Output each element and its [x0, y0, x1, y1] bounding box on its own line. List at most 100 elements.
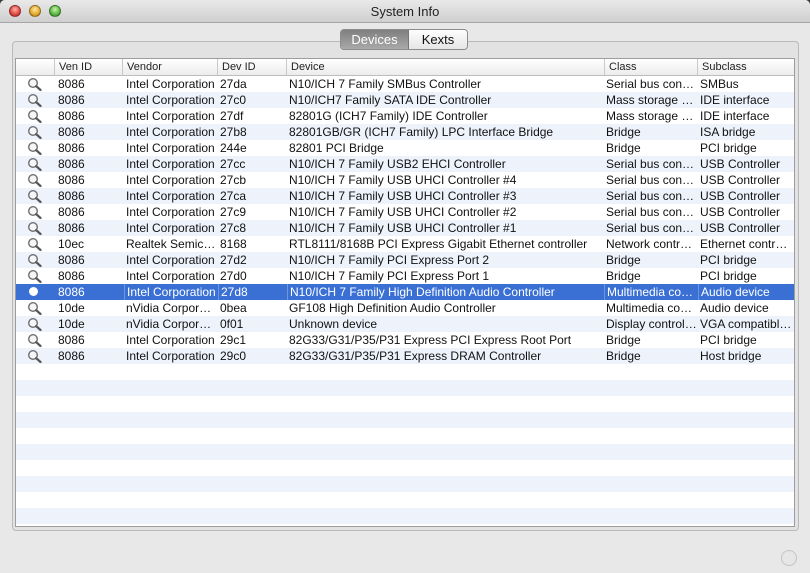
table-row[interactable]: 8086 Intel Corporation 27d0 N10/ICH 7 Famil… — [16, 268, 794, 284]
cell-subclass: USB Controller — [700, 205, 781, 219]
cell-subclass: USB Controller — [700, 173, 781, 187]
cell-class: Serial bus controller — [606, 157, 697, 171]
table-row[interactable]: 8086 Intel Corporation 27d2 N10/ICH 7 Famil… — [16, 252, 794, 268]
table-row[interactable]: 8086 Intel Corporation 27d8 N10/ICH 7 Famil… — [16, 284, 794, 300]
cell-device: N10/ICH 7 Family USB UHCI Controller #1 — [289, 221, 517, 235]
cell-class: Mass storage controller — [606, 109, 697, 123]
tab-control: Devices Kexts — [340, 29, 468, 50]
column-header-dev-id[interactable]: Dev ID — [217, 59, 286, 75]
magnifier-icon[interactable] — [27, 141, 43, 156]
magnifier-icon[interactable] — [27, 301, 43, 316]
cell-vendor: Intel Corporation — [126, 269, 215, 283]
magnifier-icon[interactable] — [27, 77, 43, 92]
cell-class: Bridge — [606, 141, 641, 155]
cell-device: N10/ICH 7 Family USB UHCI Controller #4 — [289, 173, 517, 187]
magnifier-icon[interactable] — [27, 317, 43, 332]
vertical-scrollbar[interactable] — [794, 58, 808, 525]
table-row[interactable]: 10de nVidia Corporation 0f01 Unknown device… — [16, 316, 794, 332]
cell-subclass: PCI bridge — [700, 269, 757, 283]
cell-ven-id: 8086 — [58, 333, 85, 347]
table-row[interactable]: 8086 Intel Corporation 244e 82801 PCI Bridg… — [16, 140, 794, 156]
cell-dev-id: 27d2 — [220, 253, 247, 267]
cell-device: N10/ICH 7 Family PCI Express Port 2 — [289, 253, 490, 267]
magnifier-icon[interactable] — [27, 189, 43, 204]
table-row[interactable]: 8086 Intel Corporation 29c0 82G33/G31/P35/P… — [16, 348, 794, 364]
table-row[interactable]: 8086 Intel Corporation 27c8 N10/ICH 7 Famil… — [16, 220, 794, 236]
magnifier-icon[interactable] — [27, 237, 43, 252]
magnifier-icon[interactable] — [27, 173, 43, 188]
table-row[interactable]: 8086 Intel Corporation 27ca N10/ICH 7 Famil… — [16, 188, 794, 204]
column-header-icon[interactable] — [16, 59, 54, 75]
table-row[interactable]: 8086 Intel Corporation 27df 82801G (ICH7 Fa… — [16, 108, 794, 124]
cell-ven-id: 8086 — [58, 109, 85, 123]
empty-row — [16, 460, 794, 476]
cell-class: Bridge — [606, 349, 641, 363]
magnifier-icon[interactable] — [27, 221, 43, 236]
cell-class: Serial bus controller — [606, 173, 697, 187]
cell-dev-id: 27b8 — [220, 125, 247, 139]
cell-vendor: Intel Corporation — [126, 189, 215, 203]
cell-ven-id: 10de — [58, 317, 85, 331]
cell-subclass: Audio device — [700, 301, 769, 315]
magnifier-icon[interactable] — [27, 333, 43, 348]
cell-ven-id: 8086 — [58, 285, 85, 299]
cell-vendor: Intel Corporation — [126, 253, 215, 267]
magnifier-icon[interactable] — [27, 109, 43, 124]
magnifier-icon[interactable] — [27, 157, 43, 172]
table-row[interactable]: 8086 Intel Corporation 27da N10/ICH 7 Famil… — [16, 76, 794, 92]
column-header-vendor[interactable]: Vendor — [122, 59, 217, 75]
title-bar[interactable]: System Info — [0, 0, 810, 23]
cell-ven-id: 8086 — [58, 77, 85, 91]
cell-device: N10/ICH 7 Family High Definition Audio C… — [287, 284, 604, 300]
cell-class: Serial bus controller — [606, 205, 697, 219]
magnifier-icon[interactable] — [27, 253, 43, 268]
cell-vendor: Intel Corporation — [126, 93, 215, 107]
cell-vendor: Intel Corporation — [126, 141, 215, 155]
circle-icon[interactable] — [29, 287, 38, 296]
cell-subclass: IDE interface — [700, 109, 770, 123]
cell-class: Bridge — [606, 253, 641, 267]
magnifier-icon[interactable] — [27, 205, 43, 220]
column-header-device[interactable]: Device — [286, 59, 604, 75]
cell-class: Multimedia controller — [604, 284, 697, 300]
cell-class: Multimedia controller — [606, 301, 697, 315]
cell-dev-id: 0bea — [220, 301, 247, 315]
cell-class: Serial bus controller — [606, 189, 697, 203]
magnifier-icon[interactable] — [27, 93, 43, 108]
empty-row — [16, 476, 794, 492]
cell-device: N10/ICH7 Family SATA IDE Controller — [289, 93, 492, 107]
cell-vendor: Intel Corporation — [124, 284, 217, 300]
column-header-ven-id[interactable]: Ven ID — [54, 59, 122, 75]
cell-ven-id: 8086 — [58, 205, 85, 219]
table-row[interactable]: 8086 Intel Corporation 29c1 82G33/G31/P35/P… — [16, 332, 794, 348]
cell-ven-id: 8086 — [58, 349, 85, 363]
table-row[interactable]: 8086 Intel Corporation 27c0 N10/ICH7 Family… — [16, 92, 794, 108]
cell-class: Serial bus controller — [606, 77, 697, 91]
table-header: Ven ID Vendor Dev ID Device Class Subcla… — [16, 59, 794, 76]
cell-vendor: Intel Corporation — [126, 157, 215, 171]
cell-device: Unknown device — [289, 317, 378, 331]
cell-subclass: PCI bridge — [700, 141, 757, 155]
cell-dev-id: 27c0 — [220, 93, 247, 107]
tab-devices[interactable]: Devices — [341, 30, 409, 49]
table-row[interactable]: 8086 Intel Corporation 27cc N10/ICH 7 Famil… — [16, 156, 794, 172]
magnifier-icon[interactable] — [27, 125, 43, 140]
cell-dev-id: 27c8 — [220, 221, 247, 235]
magnifier-icon[interactable] — [27, 349, 43, 364]
column-header-class[interactable]: Class — [604, 59, 697, 75]
cell-vendor: Intel Corporation — [126, 221, 215, 235]
magnifier-icon[interactable] — [27, 269, 43, 284]
cell-ven-id: 8086 — [58, 93, 85, 107]
tab-kexts[interactable]: Kexts — [409, 30, 467, 49]
table-row[interactable]: 8086 Intel Corporation 27b8 82801GB/GR (ICH… — [16, 124, 794, 140]
table-row[interactable]: 8086 Intel Corporation 27cb N10/ICH 7 Famil… — [16, 172, 794, 188]
column-header-subclass[interactable]: Subclass — [697, 59, 794, 75]
cell-class: Display controller — [606, 317, 697, 331]
table-row[interactable]: 10ec Realtek Semiconductor8168 RTL8111/816… — [16, 236, 794, 252]
cell-dev-id: 27d0 — [220, 269, 247, 283]
cell-subclass: USB Controller — [700, 157, 781, 171]
table-row[interactable]: 8086 Intel Corporation 27c9 N10/ICH 7 Famil… — [16, 204, 794, 220]
table-row[interactable]: 10de nVidia Corporation 0bea GF108 High Def… — [16, 300, 794, 316]
system-info-window: System Info Devices Kexts Ven ID Vendor … — [0, 0, 810, 573]
cell-dev-id: 27c9 — [220, 205, 247, 219]
